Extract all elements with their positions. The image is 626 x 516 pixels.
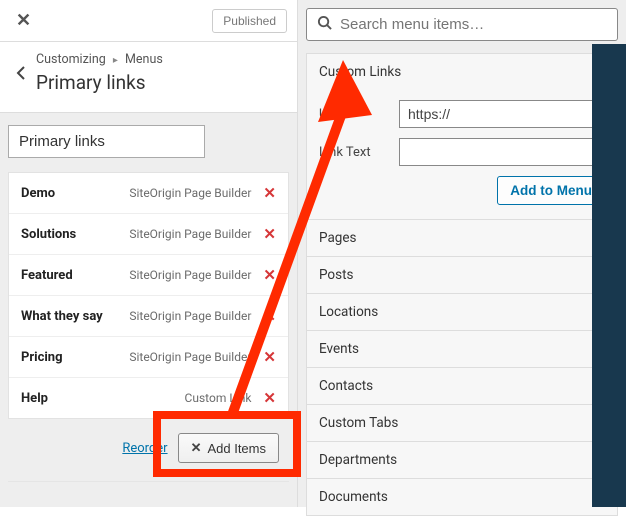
menu-edit-body: DemoSiteOrigin Page Builder✕SolutionsSit… xyxy=(0,113,297,507)
publish-status-button[interactable]: Published xyxy=(212,9,287,33)
accordion-section: Events▼ xyxy=(306,331,618,368)
back-button[interactable] xyxy=(6,52,36,94)
available-items-panel: Custom Links ▲ URL Link Text Add to Menu xyxy=(298,0,626,507)
menu-item-row[interactable]: FeaturedSiteOrigin Page Builder ✕ xyxy=(9,255,288,296)
accordion-header[interactable]: Custom Tabs▼ xyxy=(307,405,617,441)
remove-icon[interactable]: ✕ xyxy=(261,225,278,243)
menu-item-type: SiteOrigin Page Builder xyxy=(129,186,251,200)
menu-item-row[interactable]: DemoSiteOrigin Page Builder ✕ xyxy=(9,173,288,214)
reorder-link[interactable]: Reorder xyxy=(122,441,167,456)
accordion-header[interactable]: Documents▼ xyxy=(307,479,617,515)
menu-item-label: Help xyxy=(21,391,185,406)
menu-item-list: DemoSiteOrigin Page Builder✕SolutionsSit… xyxy=(8,172,289,419)
search-field-wrap[interactable] xyxy=(306,8,618,41)
url-row: URL xyxy=(319,100,605,128)
accordion-section: Contacts▼ xyxy=(306,368,618,405)
accordion-header[interactable]: Locations▼ xyxy=(307,294,617,330)
menu-item-label: What they say xyxy=(21,309,129,324)
remove-icon[interactable]: ✕ xyxy=(261,348,278,366)
menu-item-row[interactable]: SolutionsSiteOrigin Page Builder ✕ xyxy=(9,214,288,255)
accordion-header[interactable]: Events▼ xyxy=(307,331,617,367)
breadcrumb-section: Menus xyxy=(125,52,163,67)
accordion-section: Departments▼ xyxy=(306,442,618,479)
breadcrumb: Customizing ▸ Menus xyxy=(36,52,283,67)
preview-edge xyxy=(592,44,626,507)
accordion-section: Documents▼ xyxy=(306,479,618,516)
accordion-title: Pages xyxy=(319,230,357,246)
link-text-input[interactable] xyxy=(399,138,605,166)
accordion-title: Custom Tabs xyxy=(319,415,398,431)
remove-icon[interactable]: ✕ xyxy=(261,184,278,202)
chevron-left-icon xyxy=(16,66,26,80)
customizer-header: Customizing ▸ Menus Primary links xyxy=(0,42,297,113)
search-input[interactable] xyxy=(340,16,607,33)
menu-item-type: SiteOrigin Page Builder xyxy=(129,268,251,282)
menu-item-label: Pricing xyxy=(21,350,129,365)
close-icon[interactable]: ✕ xyxy=(10,8,37,33)
custom-links-body: URL Link Text Add to Menu xyxy=(307,90,617,219)
customizer-topbar: ✕ Published xyxy=(0,0,297,42)
menu-item-label: Solutions xyxy=(21,227,129,242)
menu-name-input[interactable] xyxy=(8,125,205,158)
url-label: URL xyxy=(319,107,389,122)
accordion-title: Events xyxy=(319,341,359,357)
url-input[interactable] xyxy=(399,100,605,128)
search-icon xyxy=(317,15,332,34)
breadcrumb-root: Customizing xyxy=(36,52,106,67)
menu-item-type: SiteOrigin Page Builder xyxy=(129,350,251,364)
link-text-row: Link Text xyxy=(319,138,605,166)
accordion-section: Custom Tabs▼ xyxy=(306,405,618,442)
add-items-button[interactable]: ✕ Add Items xyxy=(178,433,279,463)
menu-item-label: Demo xyxy=(21,186,129,201)
accordion-title: Posts xyxy=(319,267,353,283)
menu-item-row[interactable]: HelpCustom Link ✕ xyxy=(9,378,288,418)
accordion-section: Pages▼ xyxy=(306,220,618,257)
accordion-title: Custom Links xyxy=(319,64,401,80)
accordion-header[interactable]: Posts▼ xyxy=(307,257,617,293)
accordion-header[interactable]: Contacts▼ xyxy=(307,368,617,404)
menu-item-type: SiteOrigin Page Builder xyxy=(129,227,251,241)
add-items-label: Add Items xyxy=(207,441,266,456)
customizer-panel: ✕ Published Customizing ▸ Menus Primary … xyxy=(0,0,298,507)
add-to-menu-button[interactable]: Add to Menu xyxy=(497,176,605,205)
accordion-title: Documents xyxy=(319,489,388,505)
menu-item-row[interactable]: What they saySiteOrigin Page Builder ✕ xyxy=(9,296,288,337)
accordion-section: Locations▼ xyxy=(306,294,618,331)
accordion-header[interactable]: Pages▼ xyxy=(307,220,617,256)
accordion-title: Locations xyxy=(319,304,378,320)
menu-item-row[interactable]: PricingSiteOrigin Page Builder ✕ xyxy=(9,337,288,378)
menu-item-type: SiteOrigin Page Builder xyxy=(129,309,251,323)
menu-footer: Reorder ✕ Add Items xyxy=(8,419,289,482)
menu-item-type: Custom Link xyxy=(185,391,252,405)
accordion-header[interactable]: Departments▼ xyxy=(307,442,617,478)
accordion-title: Departments xyxy=(319,452,397,468)
remove-icon[interactable]: ✕ xyxy=(261,266,278,284)
accordion-header[interactable]: Custom Links ▲ xyxy=(307,54,617,90)
menu-item-label: Featured xyxy=(21,268,129,283)
breadcrumb-separator-icon: ▸ xyxy=(113,55,118,66)
remove-icon[interactable]: ✕ xyxy=(261,389,278,407)
accordion-title: Contacts xyxy=(319,378,373,394)
breadcrumb-block: Customizing ▸ Menus Primary links xyxy=(36,52,283,94)
accordion-section: Posts▼ xyxy=(306,257,618,294)
accordion: Custom Links ▲ URL Link Text Add to Menu xyxy=(306,53,618,516)
remove-icon[interactable]: ✕ xyxy=(261,307,278,325)
plus-icon: ✕ xyxy=(191,440,202,456)
accordion-section-custom-links: Custom Links ▲ URL Link Text Add to Menu xyxy=(306,53,618,220)
link-text-label: Link Text xyxy=(319,145,389,160)
page-title: Primary links xyxy=(36,71,283,94)
